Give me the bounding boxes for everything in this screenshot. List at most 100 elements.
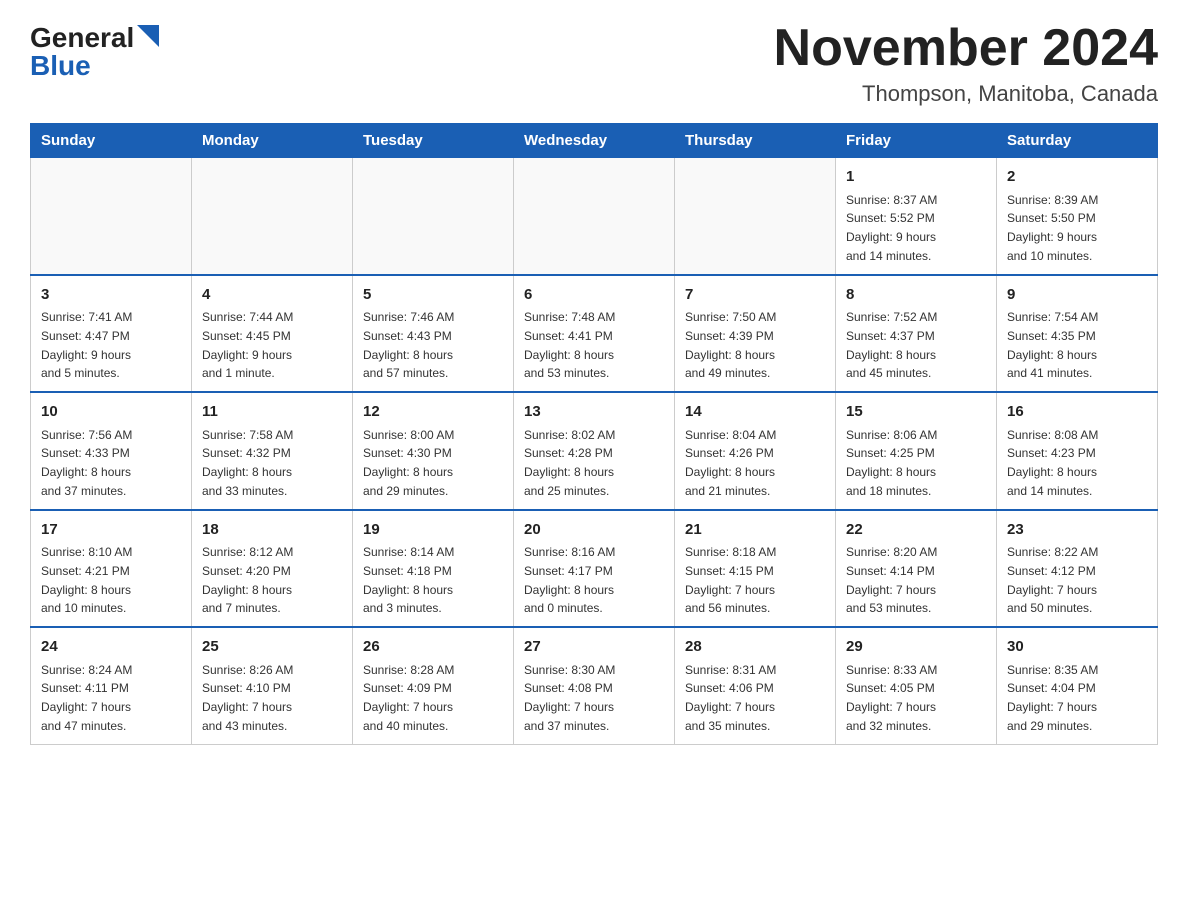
calendar-cell: 25Sunrise: 8:26 AM Sunset: 4:10 PM Dayli… xyxy=(192,627,353,744)
calendar-cell: 7 Sunrise: 7:50 AM Sunset: 4:39 PM Daylig… xyxy=(675,275,836,393)
day-info: Sunrise: 8:10 AM Sunset: 4:21 PM Dayligh… xyxy=(41,545,132,615)
calendar-cell: 1Sunrise: 8:37 AM Sunset: 5:52 PM Daylig… xyxy=(836,158,997,275)
logo: General Blue xyxy=(30,20,159,80)
calendar-cell: 17 Sunrise: 8:10 AM Sunset: 4:21 PM Dayli… xyxy=(31,510,192,628)
page-header: General Blue November 2024 Thompson, Man… xyxy=(30,20,1158,107)
calendar-cell: 27 Sunrise: 8:30 AM Sunset: 4:08 PM Dayli… xyxy=(514,627,675,744)
day-number: 20 xyxy=(524,519,664,542)
week-row-1: 1Sunrise: 8:37 AM Sunset: 5:52 PM Daylig… xyxy=(31,158,1158,275)
calendar-cell: 2 Sunrise: 8:39 AM Sunset: 5:50 PM Daylig… xyxy=(997,158,1158,275)
calendar-cell xyxy=(514,158,675,275)
day-number: 13 xyxy=(524,401,664,424)
calendar-cell: 5 Sunrise: 7:46 AM Sunset: 4:43 PM Daylig… xyxy=(353,275,514,393)
day-number: 23 xyxy=(1007,519,1147,542)
calendar-cell: 4 Sunrise: 7:44 AM Sunset: 4:45 PM Daylig… xyxy=(192,275,353,393)
week-row-5: 24 Sunrise: 8:24 AM Sunset: 4:11 PM Dayli… xyxy=(31,627,1158,744)
calendar-cell: 19Sunrise: 8:14 AM Sunset: 4:18 PM Dayli… xyxy=(353,510,514,628)
logo-triangle-icon xyxy=(137,25,159,47)
day-info: Sunrise: 8:00 AM Sunset: 4:30 PM Dayligh… xyxy=(363,428,454,498)
calendar-table: SundayMondayTuesdayWednesdayThursdayFrid… xyxy=(30,123,1158,745)
day-number: 27 xyxy=(524,636,664,659)
day-info: Sunrise: 7:44 AM Sunset: 4:45 PM Dayligh… xyxy=(202,310,293,380)
calendar-cell: 11 Sunrise: 7:58 AM Sunset: 4:32 PM Dayli… xyxy=(192,392,353,510)
page-subtitle: Thompson, Manitoba, Canada xyxy=(774,81,1158,107)
day-info: Sunrise: 8:33 AM Sunset: 4:05 PM Dayligh… xyxy=(846,663,937,733)
week-row-2: 3 Sunrise: 7:41 AM Sunset: 4:47 PM Daylig… xyxy=(31,275,1158,393)
header-day-thursday: Thursday xyxy=(675,124,836,158)
day-info: Sunrise: 8:20 AM Sunset: 4:14 PM Dayligh… xyxy=(846,545,937,615)
calendar-cell: 12 Sunrise: 8:00 AM Sunset: 4:30 PM Dayli… xyxy=(353,392,514,510)
day-info: Sunrise: 8:14 AM Sunset: 4:18 PM Dayligh… xyxy=(363,545,454,615)
header-day-wednesday: Wednesday xyxy=(514,124,675,158)
calendar-cell: 9Sunrise: 7:54 AM Sunset: 4:35 PM Daylig… xyxy=(997,275,1158,393)
day-number: 5 xyxy=(363,284,503,307)
day-number: 26 xyxy=(363,636,503,659)
calendar-body: 1Sunrise: 8:37 AM Sunset: 5:52 PM Daylig… xyxy=(31,158,1158,745)
calendar-cell: 8 Sunrise: 7:52 AM Sunset: 4:37 PM Daylig… xyxy=(836,275,997,393)
day-info: Sunrise: 7:46 AM Sunset: 4:43 PM Dayligh… xyxy=(363,310,454,380)
calendar-cell: 21Sunrise: 8:18 AM Sunset: 4:15 PM Dayli… xyxy=(675,510,836,628)
calendar-cell xyxy=(192,158,353,275)
day-info: Sunrise: 8:12 AM Sunset: 4:20 PM Dayligh… xyxy=(202,545,293,615)
calendar-cell: 28 Sunrise: 8:31 AM Sunset: 4:06 PM Dayli… xyxy=(675,627,836,744)
calendar-cell: 29 Sunrise: 8:33 AM Sunset: 4:05 PM Dayli… xyxy=(836,627,997,744)
day-info: Sunrise: 8:06 AM Sunset: 4:25 PM Dayligh… xyxy=(846,428,937,498)
day-number: 14 xyxy=(685,401,825,424)
day-info: Sunrise: 7:41 AM Sunset: 4:47 PM Dayligh… xyxy=(41,310,132,380)
day-number: 12 xyxy=(363,401,503,424)
header-day-monday: Monday xyxy=(192,124,353,158)
day-info: Sunrise: 8:30 AM Sunset: 4:08 PM Dayligh… xyxy=(524,663,615,733)
calendar-cell: 15Sunrise: 8:06 AM Sunset: 4:25 PM Dayli… xyxy=(836,392,997,510)
day-info: Sunrise: 8:24 AM Sunset: 4:11 PM Dayligh… xyxy=(41,663,132,733)
calendar-cell: 10 Sunrise: 7:56 AM Sunset: 4:33 PM Dayli… xyxy=(31,392,192,510)
calendar-cell xyxy=(353,158,514,275)
day-number: 29 xyxy=(846,636,986,659)
day-number: 8 xyxy=(846,284,986,307)
day-number: 11 xyxy=(202,401,342,424)
day-number: 4 xyxy=(202,284,342,307)
day-number: 28 xyxy=(685,636,825,659)
logo-general-text: General xyxy=(30,24,134,52)
calendar-cell: 16Sunrise: 8:08 AM Sunset: 4:23 PM Dayli… xyxy=(997,392,1158,510)
header-day-saturday: Saturday xyxy=(997,124,1158,158)
day-number: 24 xyxy=(41,636,181,659)
day-number: 10 xyxy=(41,401,181,424)
header-day-sunday: Sunday xyxy=(31,124,192,158)
calendar-cell: 24 Sunrise: 8:24 AM Sunset: 4:11 PM Dayli… xyxy=(31,627,192,744)
calendar-cell: 18Sunrise: 8:12 AM Sunset: 4:20 PM Dayli… xyxy=(192,510,353,628)
day-number: 6 xyxy=(524,284,664,307)
day-number: 7 xyxy=(685,284,825,307)
day-info: Sunrise: 8:35 AM Sunset: 4:04 PM Dayligh… xyxy=(1007,663,1098,733)
day-info: Sunrise: 7:52 AM Sunset: 4:37 PM Dayligh… xyxy=(846,310,937,380)
header-row: SundayMondayTuesdayWednesdayThursdayFrid… xyxy=(31,124,1158,158)
day-info: Sunrise: 7:50 AM Sunset: 4:39 PM Dayligh… xyxy=(685,310,776,380)
day-info: Sunrise: 8:08 AM Sunset: 4:23 PM Dayligh… xyxy=(1007,428,1098,498)
day-info: Sunrise: 8:39 AM Sunset: 5:50 PM Dayligh… xyxy=(1007,193,1098,263)
calendar-cell: 30 Sunrise: 8:35 AM Sunset: 4:04 PM Dayli… xyxy=(997,627,1158,744)
day-number: 25 xyxy=(202,636,342,659)
logo-blue-text: Blue xyxy=(30,52,91,80)
calendar-cell xyxy=(31,158,192,275)
day-number: 17 xyxy=(41,519,181,542)
day-info: Sunrise: 7:54 AM Sunset: 4:35 PM Dayligh… xyxy=(1007,310,1098,380)
day-number: 3 xyxy=(41,284,181,307)
day-info: Sunrise: 7:56 AM Sunset: 4:33 PM Dayligh… xyxy=(41,428,132,498)
day-info: Sunrise: 7:58 AM Sunset: 4:32 PM Dayligh… xyxy=(202,428,293,498)
day-number: 30 xyxy=(1007,636,1147,659)
calendar-cell: 22Sunrise: 8:20 AM Sunset: 4:14 PM Dayli… xyxy=(836,510,997,628)
day-info: Sunrise: 8:22 AM Sunset: 4:12 PM Dayligh… xyxy=(1007,545,1098,615)
day-info: Sunrise: 8:16 AM Sunset: 4:17 PM Dayligh… xyxy=(524,545,615,615)
day-info: Sunrise: 7:48 AM Sunset: 4:41 PM Dayligh… xyxy=(524,310,615,380)
day-info: Sunrise: 8:37 AM Sunset: 5:52 PM Dayligh… xyxy=(846,193,937,263)
week-row-4: 17 Sunrise: 8:10 AM Sunset: 4:21 PM Dayli… xyxy=(31,510,1158,628)
calendar-cell: 26 Sunrise: 8:28 AM Sunset: 4:09 PM Dayli… xyxy=(353,627,514,744)
day-info: Sunrise: 8:28 AM Sunset: 4:09 PM Dayligh… xyxy=(363,663,454,733)
calendar-cell: 20 Sunrise: 8:16 AM Sunset: 4:17 PM Dayli… xyxy=(514,510,675,628)
day-info: Sunrise: 8:31 AM Sunset: 4:06 PM Dayligh… xyxy=(685,663,776,733)
day-number: 21 xyxy=(685,519,825,542)
day-number: 2 xyxy=(1007,166,1147,189)
calendar-cell: 14Sunrise: 8:04 AM Sunset: 4:26 PM Dayli… xyxy=(675,392,836,510)
header-day-friday: Friday xyxy=(836,124,997,158)
page-title: November 2024 xyxy=(774,20,1158,77)
header-day-tuesday: Tuesday xyxy=(353,124,514,158)
